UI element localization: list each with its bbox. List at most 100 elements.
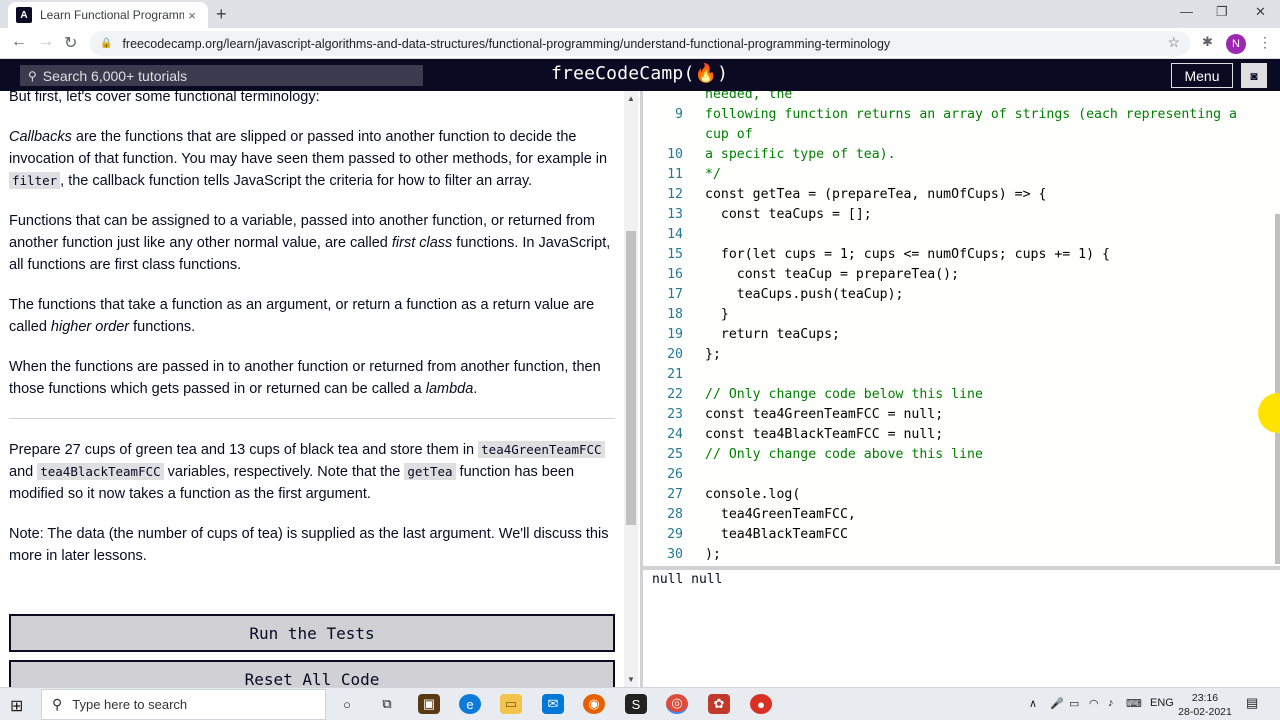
- line-code: console.log(: [705, 487, 801, 502]
- line-code: const teaCups = [];: [705, 207, 872, 222]
- task-paragraph: Prepare 27 cups of green tea and 13 cups…: [9, 439, 615, 505]
- edge-icon[interactable]: e: [459, 694, 481, 714]
- menu-button[interactable]: Menu: [1171, 63, 1233, 88]
- freecodecamp-favicon-icon: A: [16, 7, 32, 23]
- code-line[interactable]: 21: [643, 365, 1273, 385]
- code-line[interactable]: 17 teaCups.push(teaCup);: [643, 285, 1273, 305]
- code-editor[interactable]: needed, the 9 following function returns a…: [643, 91, 1280, 566]
- app-icon[interactable]: ✿: [708, 694, 730, 714]
- wifi-icon[interactable]: ◠: [1089, 697, 1099, 710]
- code-line[interactable]: 14: [643, 225, 1273, 245]
- line-code: // Only change code above this line: [705, 447, 983, 462]
- code-line[interactable]: 30);: [643, 545, 1273, 565]
- line-code: };: [705, 347, 721, 362]
- back-arrow-icon[interactable]: ←: [11, 33, 27, 51]
- code-line[interactable]: 29 tea4BlackTeamFCC: [643, 525, 1273, 545]
- close-tab-icon[interactable]: ×: [184, 8, 200, 23]
- line-number: 10: [667, 147, 683, 162]
- first-class-term: first class: [391, 235, 453, 251]
- battery-icon[interactable]: ▭: [1069, 697, 1079, 710]
- code-line[interactable]: 27 console.log(: [643, 485, 1273, 505]
- line-number: 27: [667, 487, 683, 502]
- code-line[interactable]: 24 const tea4BlackTeamFCC = null;: [643, 425, 1273, 445]
- line-code: );: [705, 547, 721, 562]
- store-icon[interactable]: ▣: [418, 694, 440, 714]
- minimize-button[interactable]: —: [1180, 4, 1193, 19]
- code-line[interactable]: cup of: [643, 125, 1273, 145]
- address-bar[interactable]: 🔒 freecodecamp.org/learn/javascript-algo…: [90, 31, 1190, 56]
- bookmark-star-icon[interactable]: ☆: [1167, 34, 1180, 51]
- code-line[interactable]: 18 }: [643, 305, 1273, 325]
- windows-start-icon[interactable]: ⊞: [10, 696, 23, 716]
- tutorial-search-input[interactable]: ⚲ Search 6,000+ tutorials: [20, 65, 423, 86]
- line-code: teaCups.push(teaCup);: [705, 287, 904, 302]
- code-line[interactable]: 11 */: [643, 165, 1273, 185]
- chrome-icon[interactable]: ◎: [666, 694, 688, 714]
- browser-tab[interactable]: A Learn Functional Programming: U ×: [8, 2, 208, 28]
- notifications-icon[interactable]: ▤: [1246, 695, 1258, 711]
- user-avatar-icon[interactable]: ◙: [1241, 63, 1267, 88]
- mail-icon[interactable]: ✉: [542, 694, 564, 714]
- editor-scrollbar[interactable]: [1275, 91, 1280, 566]
- microphone-icon[interactable]: 🎤: [1050, 697, 1064, 710]
- line-code: // Only change code below this line: [705, 387, 983, 402]
- code-line[interactable]: 16 const teaCup = prepareTea();: [643, 265, 1273, 285]
- lesson-intro: But first, let's cover some functional t…: [9, 91, 320, 105]
- code-line[interactable]: needed, the: [643, 91, 1273, 105]
- scrollbar-thumb[interactable]: [626, 231, 636, 525]
- taskbar-search-input[interactable]: ⚲ Type here to search: [41, 689, 326, 720]
- search-placeholder: Search 6,000+ tutorials: [42, 67, 188, 84]
- code-line[interactable]: 28 tea4GreenTeamFCC,: [643, 505, 1273, 525]
- scroll-down-icon[interactable]: ▼: [627, 675, 635, 684]
- code-line[interactable]: 13 const teaCups = [];: [643, 205, 1273, 225]
- close-window-button[interactable]: ✕: [1255, 4, 1266, 20]
- tray-chevron-up-icon[interactable]: ∧: [1029, 697, 1037, 710]
- clock-time: 23:16: [1191, 692, 1219, 704]
- callbacks-term: Callbacks: [9, 129, 72, 145]
- code-line[interactable]: 22 // Only change code below this line: [643, 385, 1273, 405]
- freecodecamp-logo[interactable]: freeCodeCamp(🔥): [551, 63, 728, 84]
- run-tests-button[interactable]: Run the Tests: [9, 614, 615, 652]
- task-pre: Prepare 27 cups of green tea and 13 cups…: [9, 442, 479, 458]
- editor-scrollbar-thumb[interactable]: [1275, 214, 1280, 564]
- reload-icon[interactable]: ↻: [64, 33, 77, 53]
- code-line[interactable]: 15 for(let cups = 1; cups <= numOfCups; …: [643, 245, 1273, 265]
- forward-arrow-icon[interactable]: →: [38, 33, 54, 51]
- code-line[interactable]: 9 following function returns an array of …: [643, 105, 1273, 125]
- browser-menu-icon[interactable]: ⋮: [1258, 34, 1272, 51]
- firefox-icon[interactable]: ◉: [583, 694, 605, 714]
- callbacks-text: are the functions that are slipped or pa…: [9, 129, 608, 167]
- recorder-icon[interactable]: ●: [750, 694, 772, 714]
- lesson-pane: But first, let's cover some functional t…: [0, 91, 640, 687]
- code-line[interactable]: 10 a specific type of tea).: [643, 145, 1273, 165]
- first-class-paragraph: Functions that can be assigned to a vari…: [9, 210, 615, 276]
- cortana-icon[interactable]: ○: [336, 694, 358, 714]
- console-output: null null: [643, 570, 1280, 687]
- profile-avatar[interactable]: N: [1226, 34, 1246, 54]
- volume-icon[interactable]: ♪: [1108, 697, 1114, 709]
- code-line[interactable]: 19 return teaCups;: [643, 325, 1273, 345]
- line-number: 23: [667, 407, 683, 422]
- task-mid: variables, respectively. Note that the: [163, 464, 405, 480]
- code-line[interactable]: 12 const getTea = (prepareTea, numOfCups)…: [643, 185, 1273, 205]
- task-view-icon[interactable]: ⧉: [376, 694, 398, 714]
- code-line[interactable]: 26: [643, 465, 1273, 485]
- new-tab-button[interactable]: +: [216, 4, 227, 25]
- line-number: 25: [667, 447, 683, 462]
- code-line[interactable]: 25 // Only change code above this line: [643, 445, 1273, 465]
- line-number: 9: [675, 107, 683, 122]
- sublime-text-icon[interactable]: S: [625, 694, 647, 714]
- code-line[interactable]: 23 const tea4GreenTeamFCC = null;: [643, 405, 1273, 425]
- taskbar-clock[interactable]: 23:16 28-02-2021: [1178, 691, 1232, 719]
- higher-order-paragraph: The functions that take a function as an…: [9, 294, 615, 338]
- code-line[interactable]: 20};: [643, 345, 1273, 365]
- lambda-pre: When the functions are passed in to anot…: [9, 359, 601, 397]
- keyboard-icon[interactable]: ⌨: [1126, 697, 1142, 710]
- extensions-puzzle-icon[interactable]: ✱: [1202, 34, 1213, 50]
- scroll-up-icon[interactable]: ▲: [627, 94, 635, 103]
- reset-code-button[interactable]: Reset All Code: [9, 660, 615, 687]
- language-indicator[interactable]: ENG: [1150, 697, 1174, 709]
- file-explorer-icon[interactable]: ▭: [500, 694, 522, 714]
- lesson-scrollbar[interactable]: ▲ ▼: [624, 91, 638, 687]
- maximize-button[interactable]: ❐: [1216, 4, 1228, 20]
